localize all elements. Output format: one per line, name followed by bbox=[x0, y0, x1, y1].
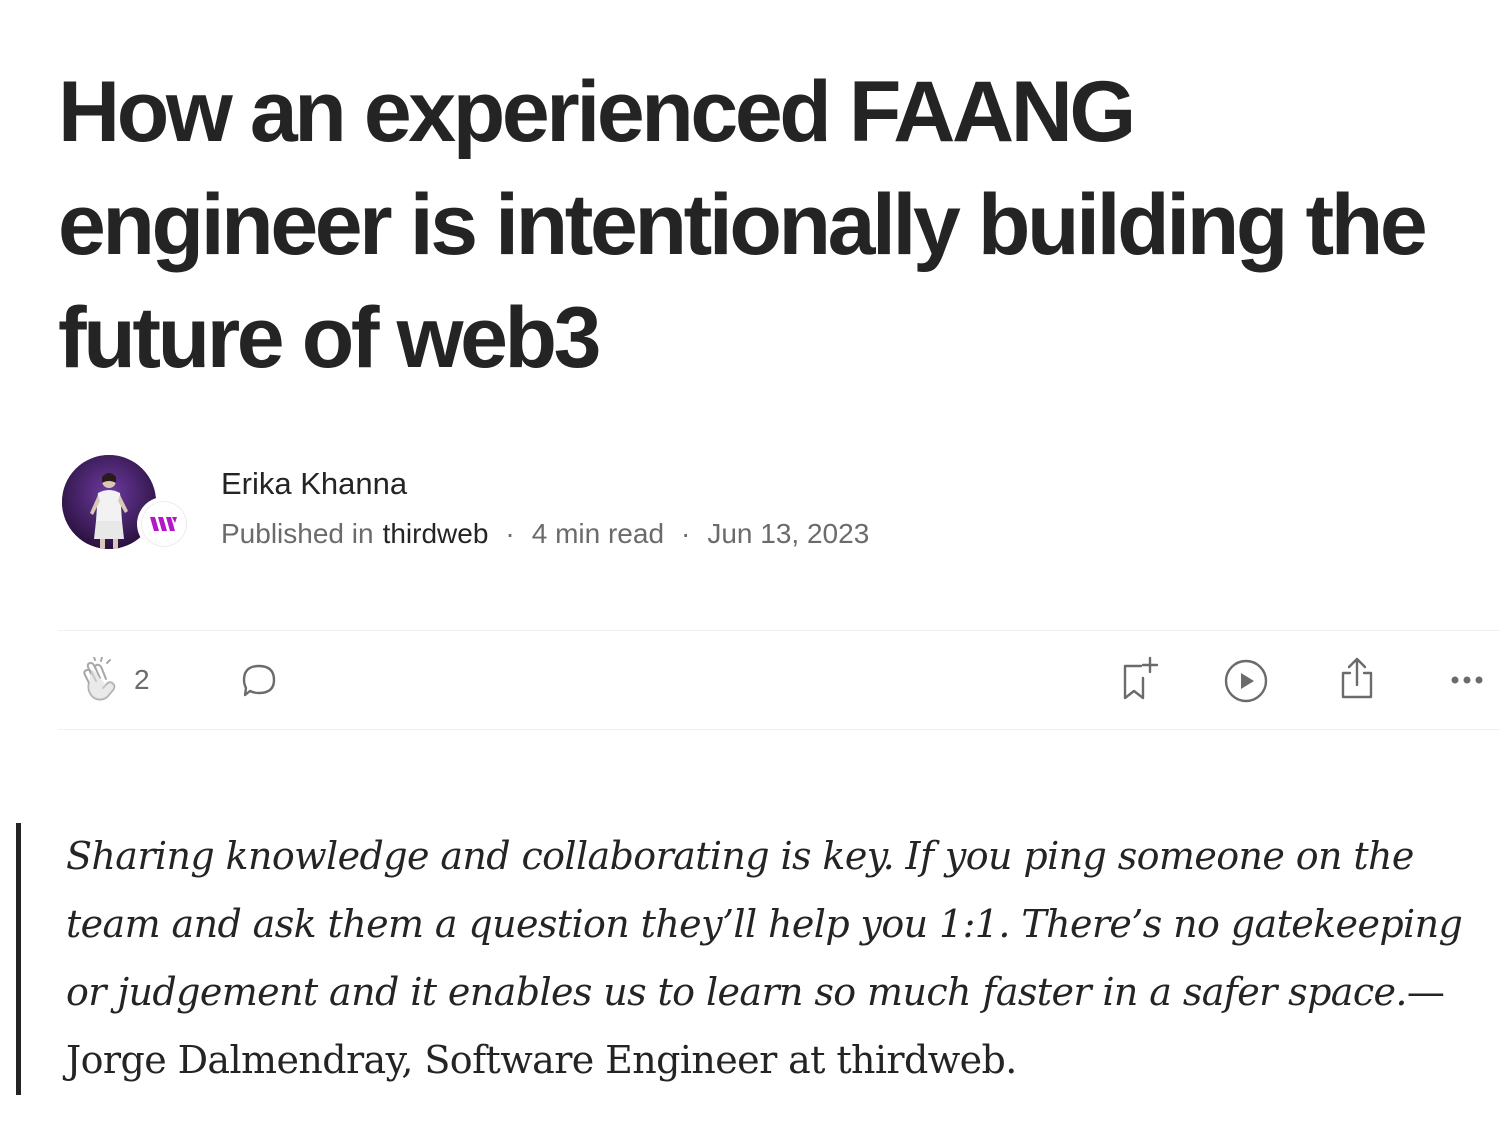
more-options-button[interactable] bbox=[1442, 664, 1492, 696]
publish-date: Jun 13, 2023 bbox=[707, 518, 870, 549]
action-bar-divider-bottom bbox=[58, 729, 1500, 730]
save-bookmark-button[interactable] bbox=[1112, 652, 1162, 704]
listen-button[interactable] bbox=[1220, 655, 1272, 707]
bookmark-add-icon bbox=[1123, 656, 1159, 700]
publication-badge[interactable] bbox=[137, 497, 191, 551]
share-button[interactable] bbox=[1332, 652, 1382, 704]
blockquote-bar bbox=[16, 823, 21, 1095]
action-bar-divider-top bbox=[58, 630, 1500, 631]
meta-separator: · bbox=[505, 518, 515, 549]
clap-button[interactable] bbox=[76, 654, 126, 706]
article-meta: Published in thirdweb · 4 min read · Jun… bbox=[221, 518, 869, 550]
publication-link[interactable]: thirdweb bbox=[383, 518, 489, 550]
article-title: How an experienced FAANG engineer is int… bbox=[58, 64, 1428, 386]
author-name-link[interactable]: Erika Khanna bbox=[221, 466, 407, 502]
comment-icon bbox=[242, 664, 276, 697]
meta-separator: · bbox=[681, 518, 691, 549]
clap-count: 2 bbox=[134, 664, 150, 695]
comment-button[interactable] bbox=[236, 658, 282, 704]
blockquote: Sharing knowledge and collaborating is k… bbox=[66, 822, 1496, 1094]
share-icon bbox=[1341, 657, 1373, 699]
thirdweb-logo-icon bbox=[150, 517, 177, 531]
published-in-label: Published in bbox=[221, 518, 374, 549]
read-time: 4 min read bbox=[531, 518, 665, 549]
more-icon bbox=[1451, 676, 1483, 684]
clap-icon bbox=[83, 657, 116, 701]
quote-text: Sharing knowledge and collaborating is k… bbox=[66, 834, 1463, 1014]
play-icon bbox=[1224, 659, 1268, 703]
